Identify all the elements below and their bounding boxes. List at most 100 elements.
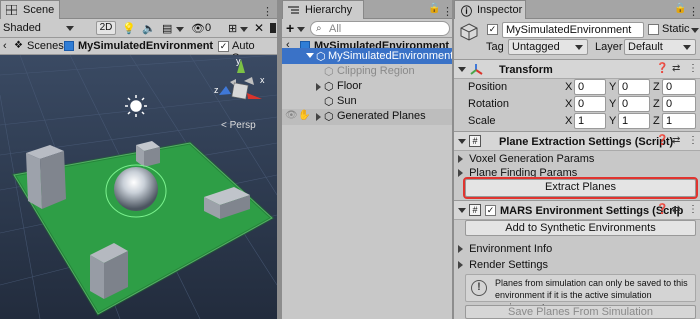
gizmos-chevron-icon[interactable] xyxy=(240,27,248,32)
expand-chevron-icon xyxy=(458,261,463,270)
help-icon[interactable]: ❓ xyxy=(656,204,668,215)
voxel-params-foldout[interactable]: Voxel Generation Params xyxy=(458,153,594,165)
add-chevron-icon[interactable] xyxy=(297,27,305,32)
tag-dropdown[interactable]: Untagged xyxy=(508,39,588,55)
tab-scene[interactable]: Scene xyxy=(0,0,60,19)
hierarchy-toolbar: + ⌕ All xyxy=(282,19,454,38)
hierarchy-item-mysimulatedenvironment[interactable]: ⬡ MySimulatedEnvironment xyxy=(282,48,454,64)
tab-hierarchy[interactable]: Hierarchy xyxy=(282,0,364,19)
scene-breadcrumb: ‹ ❖ Scenes MySimulatedEnvironment ✓ Auto… xyxy=(0,38,277,64)
component-enabled-checkbox[interactable]: ✓ xyxy=(485,205,496,216)
tools-icon[interactable]: ✕ xyxy=(254,21,264,35)
scale-y-field[interactable]: 1 xyxy=(618,113,650,129)
toolbar-overflow-icon[interactable] xyxy=(270,23,276,33)
collapse-chevron-icon[interactable] xyxy=(458,208,466,213)
axis-z-label: Z xyxy=(653,98,660,110)
sphere-object[interactable] xyxy=(114,167,158,211)
hierarchy-item-floor[interactable]: ⬡ Floor xyxy=(282,79,454,95)
effects-chevron-icon[interactable] xyxy=(176,27,184,32)
inspector-menu-icon[interactable]: ⋮ xyxy=(688,5,699,18)
collapse-chevron-icon[interactable] xyxy=(458,139,466,144)
preset-icon[interactable]: ⇄ xyxy=(672,135,680,146)
tag-value: Untagged xyxy=(512,41,560,53)
mars-env-header[interactable]: # ✓ MARS Environment Settings (Scrip ❓ ⇄… xyxy=(454,200,700,220)
tab-inspector[interactable]: ⓘ Inspector xyxy=(454,0,526,19)
extract-planes-button[interactable]: Extract Planes xyxy=(463,177,698,199)
rotation-z-field[interactable]: 0 xyxy=(662,96,696,112)
mars-env-body: Add to Synthetic Environments Environmen… xyxy=(454,220,700,319)
hierarchy-menu-icon[interactable]: ⋮ xyxy=(442,5,453,18)
shading-mode-dropdown[interactable]: Shaded xyxy=(3,22,74,34)
plane-params-label: Plane Finding Params xyxy=(469,167,578,179)
preset-icon[interactable]: ⇄ xyxy=(672,63,680,74)
object-name-field[interactable]: MySimulatedEnvironment xyxy=(502,22,644,38)
position-y-field[interactable]: 0 xyxy=(618,79,650,95)
render-settings-foldout[interactable]: Render Settings xyxy=(458,259,548,271)
add-to-synthetic-button[interactable]: Add to Synthetic Environments xyxy=(465,220,696,236)
scene-grid-icon xyxy=(6,5,17,15)
chevron-down-icon xyxy=(683,45,691,50)
help-icon[interactable]: ❓ xyxy=(656,135,668,146)
visibility-eye-icon[interactable]: 👁 xyxy=(285,110,298,121)
expand-chevron-icon[interactable] xyxy=(316,113,321,121)
save-planes-button[interactable]: Save Planes From Simulation xyxy=(465,305,696,319)
hierarchy-item-sun[interactable]: ⬡ Sun xyxy=(282,94,454,110)
environment-info-foldout[interactable]: Environment Info xyxy=(458,243,552,255)
lock-icon[interactable]: 🔒 xyxy=(428,3,440,14)
preset-icon[interactable]: ⇄ xyxy=(672,204,680,215)
help-icon[interactable]: ❓ xyxy=(656,63,668,74)
tab-hierarchy-label: Hierarchy xyxy=(305,4,353,16)
scale-x-field[interactable]: 1 xyxy=(574,113,606,129)
expand-chevron-icon[interactable] xyxy=(316,83,321,91)
breadcrumb-root[interactable]: Scenes xyxy=(27,40,64,52)
hierarchy-item-label: Sun xyxy=(337,95,357,107)
hierarchy-item-clipping-region[interactable]: ⬡ Clipping Region xyxy=(282,64,454,80)
scale-z-field[interactable]: 1 xyxy=(662,113,696,129)
toggle-2d-label: 2D xyxy=(99,22,113,33)
gizmos-icon[interactable]: ⊞ xyxy=(228,22,237,35)
scene-render[interactable] xyxy=(0,55,277,319)
persp-label[interactable]: < Persp xyxy=(221,120,256,131)
hierarchy-search-input[interactable]: ⌕ All xyxy=(310,21,450,36)
prefab-cube-icon xyxy=(64,41,74,51)
static-chevron-icon[interactable] xyxy=(691,28,699,33)
cube-large-left[interactable] xyxy=(26,145,66,209)
position-z-field[interactable]: 0 xyxy=(662,79,696,95)
back-chevron-icon[interactable]: ‹ xyxy=(3,40,7,52)
gameobject-cube-icon: ⬡ xyxy=(324,66,334,78)
rotation-label: Rotation xyxy=(468,98,509,110)
plane-extraction-header[interactable]: # Plane Extraction Settings (Script) ❓ ⇄… xyxy=(454,131,700,151)
lock-icon[interactable]: 🔒 xyxy=(674,3,686,14)
scene-viewport[interactable]: y x z < Persp xyxy=(0,55,277,319)
toggle-2d-button[interactable]: 2D xyxy=(96,21,116,35)
rotation-y-field[interactable]: 0 xyxy=(618,96,650,112)
component-menu-icon[interactable]: ⋮ xyxy=(688,135,698,146)
collapse-chevron-icon[interactable] xyxy=(458,67,466,72)
layer-dropdown[interactable]: Default xyxy=(624,39,696,55)
hidden-objects-icon[interactable]: 👁 xyxy=(191,22,205,35)
axis-y-label: Y xyxy=(609,115,617,127)
lighting-icon[interactable]: 💡 xyxy=(122,22,136,35)
scene-menu-icon[interactable]: ⋮ xyxy=(262,5,273,18)
breadcrumb-current: MySimulatedEnvironment xyxy=(78,40,214,52)
rotation-x-field[interactable]: 0 xyxy=(574,96,606,112)
active-checkbox[interactable]: ✓ xyxy=(487,24,498,35)
autosave-checkbox[interactable]: ✓ xyxy=(218,41,229,52)
pickable-hand-icon[interactable]: ✋ xyxy=(298,110,310,121)
axis-z-label: Z xyxy=(653,81,660,93)
add-object-button[interactable]: + xyxy=(286,20,294,36)
hierarchy-item-generated-planes[interactable]: 👁 ✋ ⬡ Generated Planes xyxy=(282,109,454,125)
component-menu-icon[interactable]: ⋮ xyxy=(688,63,698,74)
effects-icon[interactable]: ▤ xyxy=(162,22,172,35)
gameobject-cube-icon: ⬡ xyxy=(324,96,334,108)
cube-back[interactable] xyxy=(136,141,160,167)
static-checkbox[interactable] xyxy=(648,24,659,35)
transform-header[interactable]: Transform ❓ ⇄ ⋮ xyxy=(454,59,700,79)
component-menu-icon[interactable]: ⋮ xyxy=(688,204,698,215)
position-x-field[interactable]: 0 xyxy=(574,79,606,95)
plane-params-foldout[interactable]: Plane Finding Params xyxy=(458,167,577,179)
axis-y-label: Y xyxy=(609,98,617,110)
expand-chevron-icon[interactable] xyxy=(306,53,314,58)
audio-icon[interactable]: 🔈 xyxy=(142,22,156,35)
environment-info-label: Environment Info xyxy=(469,243,553,255)
